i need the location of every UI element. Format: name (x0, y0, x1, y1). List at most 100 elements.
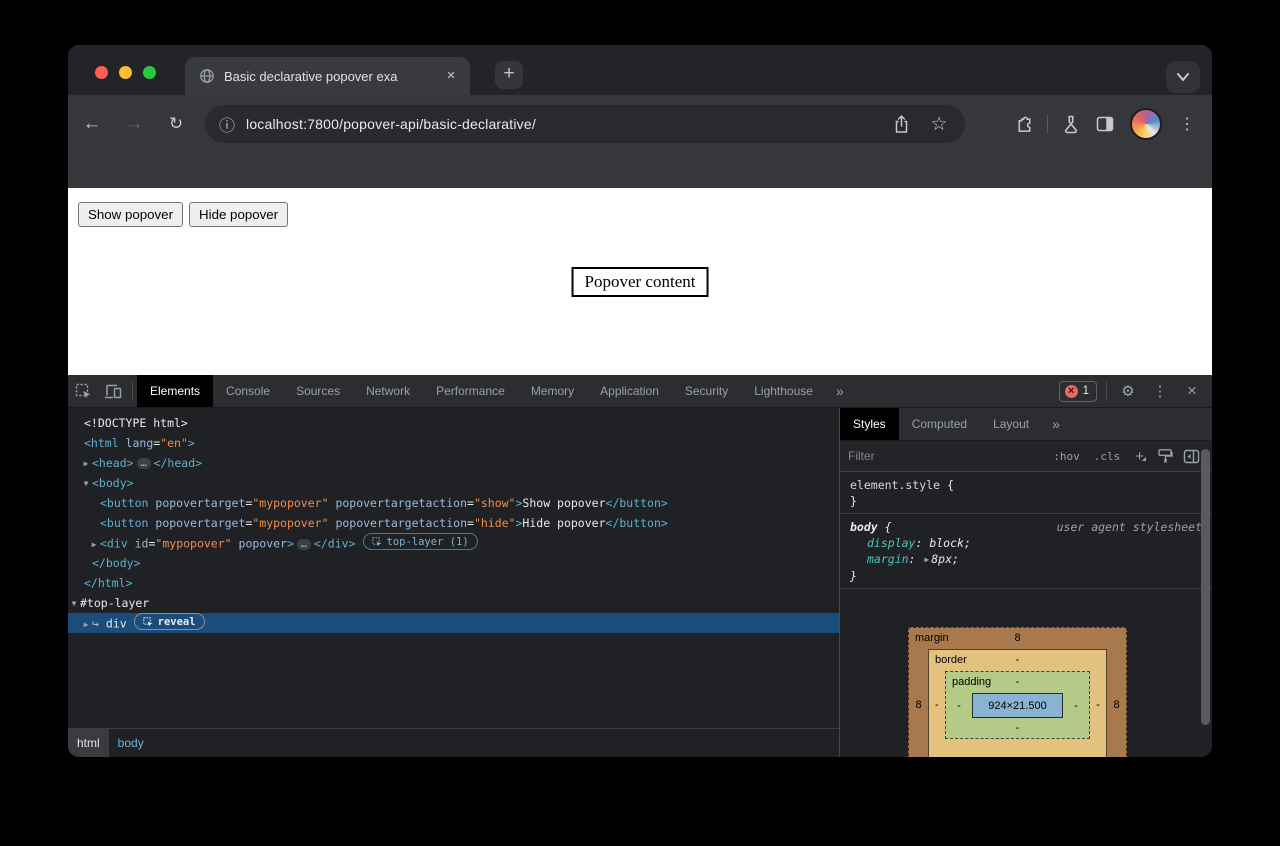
rendering-brush-icon[interactable] (1152, 445, 1178, 467)
minimize-window-button[interactable] (119, 66, 132, 79)
code-segment: "show" (474, 496, 516, 510)
profile-avatar[interactable] (1130, 108, 1162, 140)
flask-icon[interactable] (1054, 108, 1088, 140)
code-segment: "mypopover" (252, 496, 328, 510)
sidebar-more-tabs-icon[interactable]: » (1042, 408, 1070, 440)
dom-tree-line[interactable]: ▼#top-layer (68, 593, 839, 613)
new-style-rule-button[interactable]: + (1135, 448, 1144, 465)
dom-tree-line[interactable]: <!DOCTYPE html> (68, 413, 839, 433)
inspect-element-icon[interactable] (68, 375, 98, 407)
address-bar[interactable]: ⓘ localhost:7800/popover-api/basic-decla… (205, 105, 965, 143)
box-model-margin[interactable]: margin 8 8 border - - (908, 627, 1127, 757)
devtools-menu-icon[interactable]: ⋮ (1144, 375, 1176, 407)
new-tab-button[interactable]: + (495, 61, 523, 89)
reload-button[interactable]: ↻ (160, 108, 192, 140)
extensions-icon[interactable] (1007, 108, 1041, 140)
margin-top-value: 8 (1014, 632, 1020, 644)
box-model-content[interactable]: 924×21.500 (972, 693, 1063, 718)
error-icon (1065, 385, 1078, 398)
site-info-icon[interactable]: ⓘ (219, 112, 235, 136)
rule-origin: user agent stylesheet (1057, 519, 1202, 535)
border-left-value: - (929, 699, 945, 711)
sidebar-tab-styles[interactable]: Styles (840, 408, 899, 440)
code-segment: popovertargetaction (329, 516, 467, 530)
css-property[interactable]: margin: ▶8px; (850, 551, 1202, 568)
collapsed-content-button[interactable]: … (297, 539, 311, 550)
back-button[interactable]: ← (76, 108, 108, 140)
expand-arrow-open-icon[interactable]: ▼ (80, 474, 92, 494)
side-panel-icon[interactable] (1088, 108, 1122, 140)
css-property[interactable]: display: block; (850, 535, 1202, 551)
element-class-toggle[interactable]: .cls (1094, 450, 1121, 463)
breadcrumb-body[interactable]: body (109, 729, 153, 757)
expand-arrow-closed-icon[interactable]: ▶ (924, 552, 929, 568)
toolbar-separator (1106, 382, 1107, 400)
close-brace: } (850, 493, 1202, 509)
breadcrumb-html[interactable]: html (68, 729, 109, 757)
expand-arrow-closed-icon[interactable]: ▶ (88, 535, 100, 555)
rule-header: element.style { (850, 477, 1202, 493)
expand-arrow-open-icon[interactable]: ▼ (68, 594, 80, 614)
sidebar-tab-layout[interactable]: Layout (980, 408, 1042, 440)
dom-tree-line[interactable]: ▼<body> (68, 473, 839, 493)
padding-left-value: - (946, 700, 972, 712)
devtools-close-icon[interactable]: × (1176, 375, 1208, 407)
dom-tree-line[interactable]: <button popovertarget="mypopover" popove… (68, 513, 839, 533)
collapsed-content-button[interactable]: … (137, 458, 151, 469)
error-badge[interactable]: 1 (1059, 381, 1097, 402)
code-segment: </button> (606, 496, 668, 510)
box-model-border[interactable]: border - - padding - (928, 649, 1107, 757)
close-window-button[interactable] (95, 66, 108, 79)
browser-menu-icon[interactable]: ⋮ (1170, 108, 1204, 140)
dom-tree-line[interactable]: </body> (68, 553, 839, 573)
code-segment: id (128, 537, 149, 551)
show-popover-button[interactable]: Show popover (78, 202, 183, 227)
share-icon[interactable] (889, 112, 913, 136)
rule-selector[interactable]: body (850, 520, 878, 534)
devtools-tab-elements[interactable]: Elements (137, 375, 213, 407)
settings-gear-icon[interactable]: ⚙ (1112, 375, 1144, 407)
dom-tree-line[interactable]: <button popovertarget="mypopover" popove… (68, 493, 839, 513)
code-segment: <button (100, 496, 148, 510)
expand-arrow-closed-icon[interactable]: ▶ (80, 454, 92, 474)
forward-button[interactable]: → (118, 108, 150, 140)
url-text[interactable]: localhost:7800/popover-api/basic-declara… (246, 116, 875, 132)
devtools-tab-memory[interactable]: Memory (518, 375, 587, 407)
top-layer-badge[interactable]: top-layer (1) (363, 533, 478, 550)
code-segment: </button> (606, 516, 668, 530)
rule-selector[interactable]: element.style (850, 478, 940, 492)
maximize-window-button[interactable] (143, 66, 156, 79)
devtools-tab-security[interactable]: Security (672, 375, 741, 407)
devtools-tab-console[interactable]: Console (213, 375, 283, 407)
border-top-value: - (1016, 654, 1020, 666)
devtools-tab-lighthouse[interactable]: Lighthouse (741, 375, 826, 407)
pseudo-state-toggle[interactable]: :hov (1053, 450, 1080, 463)
tab-search-button[interactable] (1166, 61, 1200, 93)
style-rules: element.style {}body {user agent stylesh… (840, 472, 1212, 589)
dom-tree-line[interactable]: <html lang="en"> (68, 433, 839, 453)
bookmark-star-icon[interactable]: ☆ (927, 112, 951, 136)
box-model-padding[interactable]: padding - - 924×21.500 - (945, 671, 1090, 739)
devtools-tab-application[interactable]: Application (587, 375, 672, 407)
sidebar-tab-computed[interactable]: Computed (899, 408, 980, 440)
dom-tree-line[interactable]: ▶<div id="mypopover" popover>…</div>top-… (68, 533, 839, 553)
filter-input[interactable]: Filter (848, 449, 1046, 463)
code-segment: <body> (92, 476, 134, 490)
hide-popover-button[interactable]: Hide popover (189, 202, 288, 227)
dom-tree-line[interactable]: </html> (68, 573, 839, 593)
browser-tab[interactable]: Basic declarative popover exa × (185, 57, 470, 95)
expand-arrow-closed-icon[interactable]: ▶ (80, 615, 92, 635)
dom-tree-line[interactable]: ▶↪ divreveal (68, 613, 839, 633)
device-toolbar-icon[interactable] (98, 375, 128, 407)
tab-close-icon[interactable]: × (442, 67, 460, 85)
sidebar-scrollbar[interactable] (1201, 449, 1210, 725)
more-tabs-icon[interactable]: » (826, 375, 854, 407)
css-property-value: block; (929, 536, 971, 550)
style-rule-element-style: element.style {} (840, 472, 1212, 514)
reveal-badge[interactable]: reveal (134, 613, 205, 630)
devtools-tab-performance[interactable]: Performance (423, 375, 518, 407)
dom-tree-line[interactable]: ▶<head>…</head> (68, 453, 839, 473)
devtools-tab-sources[interactable]: Sources (283, 375, 353, 407)
code-segment: popovertarget (148, 516, 245, 530)
devtools-tab-network[interactable]: Network (353, 375, 423, 407)
